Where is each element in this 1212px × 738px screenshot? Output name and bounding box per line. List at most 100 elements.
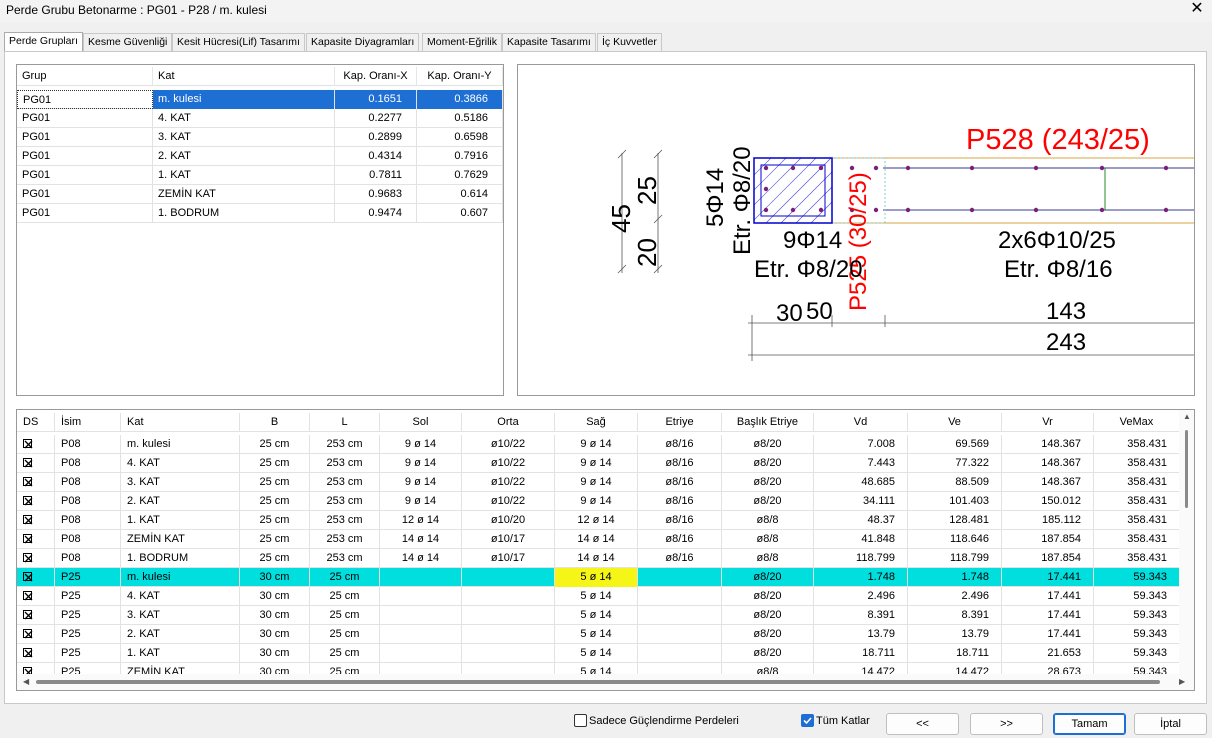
header-orta[interactable]: Orta bbox=[462, 413, 555, 432]
prev-button[interactable]: << bbox=[886, 713, 959, 735]
wall-table[interactable]: DS İsim Kat B L Sol Orta Sağ Etriye Başl… bbox=[16, 409, 1195, 691]
header-ds[interactable]: DS bbox=[17, 413, 55, 432]
table-row[interactable]: P25 1. KAT 30 cm 25 cm 5 ø 14 ø8/20 18.711 18.7… bbox=[17, 644, 1180, 663]
header-ve[interactable]: Ve bbox=[908, 413, 1002, 432]
cell-vemax: 59.343 bbox=[1094, 568, 1180, 587]
cell-orta: ø10/22 bbox=[462, 454, 555, 473]
table-row[interactable]: P08 m. kulesi 25 cm 253 cm 9 ø 14 ø10/22 9 ø 1… bbox=[17, 435, 1180, 454]
cell-grup: PG01 bbox=[17, 147, 153, 166]
tab-kapasite-tasarimi[interactable]: Kapasite Tasarımı bbox=[502, 33, 596, 51]
end-bars-label: 9Φ14 bbox=[783, 227, 842, 254]
cell-baslik-etriye: ø8/20 bbox=[722, 568, 814, 587]
only-strengthening-checkbox[interactable]: Sadece Güçlendirme Perdeleri bbox=[574, 714, 739, 727]
table-row[interactable]: P08 1. KAT 25 cm 253 cm 12 ø 14 ø10/20 12 ø 14… bbox=[17, 511, 1180, 530]
cell-sag: 5 ø 14 bbox=[555, 625, 638, 644]
table-row[interactable]: P08 1. BODRUM 25 cm 253 cm 14 ø 14 ø10/17 14 ø… bbox=[17, 549, 1180, 568]
tab-kesme-guvenligi[interactable]: Kesme Güvenliği bbox=[83, 33, 173, 51]
table-row[interactable]: PG01 1. BODRUM 0.9474 0.607 bbox=[17, 204, 503, 223]
horizontal-scrollbar[interactable]: ◀ ▶ bbox=[17, 674, 1194, 690]
col-bars-label: 5Φ14 bbox=[702, 168, 729, 227]
next-button[interactable]: >> bbox=[970, 713, 1043, 735]
checkbox-crossed-icon[interactable] bbox=[23, 533, 33, 544]
checkbox-checked-icon[interactable] bbox=[801, 714, 814, 727]
checkbox-crossed-icon[interactable] bbox=[23, 438, 33, 449]
ok-button[interactable]: Tamam bbox=[1053, 713, 1126, 735]
table-row[interactable]: PG01 ZEMİN KAT 0.9683 0.614 bbox=[17, 185, 503, 204]
cell-baslik-etriye: ø8/8 bbox=[722, 530, 814, 549]
table-header: Grup Kat Kap. Oranı-X Kap. Oranı-Y bbox=[17, 67, 503, 86]
cancel-button[interactable]: İptal bbox=[1134, 713, 1207, 735]
table-row[interactable]: P25 3. KAT 30 cm 25 cm 5 ø 14 ø8/20 8.391 8.391… bbox=[17, 606, 1180, 625]
vertical-scrollbar[interactable]: ▲ bbox=[1179, 410, 1194, 674]
checkbox-unchecked-icon[interactable] bbox=[574, 714, 587, 727]
cell-etriye bbox=[638, 587, 722, 606]
header-sol[interactable]: Sol bbox=[380, 413, 462, 432]
cell-vd: 18.711 bbox=[814, 644, 908, 663]
cell-b: 25 cm bbox=[240, 511, 310, 530]
cell-kap-x: 0.9683 bbox=[335, 185, 417, 204]
table-row[interactable]: PG01 4. KAT 0.2277 0.5186 bbox=[17, 109, 503, 128]
cell-orta: ø10/22 bbox=[462, 492, 555, 511]
checkbox-crossed-icon[interactable] bbox=[23, 609, 33, 620]
checkbox-crossed-icon[interactable] bbox=[23, 647, 33, 658]
header-kap-x[interactable]: Kap. Oranı-X bbox=[335, 67, 417, 86]
scroll-right-icon[interactable]: ▶ bbox=[1179, 677, 1185, 686]
web-stirrup-label: Etr. Φ8/16 bbox=[1004, 256, 1113, 283]
cell-grup: PG01 bbox=[17, 128, 153, 147]
tab-kapasite-diyagramlari[interactable]: Kapasite Diyagramları bbox=[306, 33, 420, 51]
cell-ds bbox=[17, 530, 55, 549]
tab-perde-gruplari[interactable]: Perde Grupları bbox=[4, 32, 83, 52]
checkbox-crossed-icon[interactable] bbox=[23, 476, 33, 487]
checkbox-crossed-icon[interactable] bbox=[23, 457, 33, 468]
header-vemax[interactable]: VeMax bbox=[1094, 413, 1180, 432]
checkbox-crossed-icon[interactable] bbox=[23, 571, 33, 582]
vertical-scroll-thumb[interactable] bbox=[1185, 430, 1188, 508]
table-row[interactable]: P08 2. KAT 25 cm 253 cm 9 ø 14 ø10/22 9 ø 14 ø8… bbox=[17, 492, 1180, 511]
header-l[interactable]: L bbox=[310, 413, 380, 432]
header-vr[interactable]: Vr bbox=[1002, 413, 1094, 432]
header-grup[interactable]: Grup bbox=[17, 67, 153, 86]
header-etriye[interactable]: Etriye bbox=[638, 413, 722, 432]
table-row[interactable]: P25 m. kulesi 30 cm 25 cm 5 ø 14 ø8/20 1.748 1.… bbox=[17, 568, 1180, 587]
table-row[interactable]: PG01 2. KAT 0.4314 0.7916 bbox=[17, 147, 503, 166]
header-kap-y[interactable]: Kap. Oranı-Y bbox=[417, 67, 503, 86]
table-row[interactable]: P25 2. KAT 30 cm 25 cm 5 ø 14 ø8/20 13.79 13.79… bbox=[17, 625, 1180, 644]
cell-grup: PG01 bbox=[17, 185, 153, 204]
table-row[interactable]: PG01 1. KAT 0.7811 0.7629 bbox=[17, 166, 503, 185]
header-sag[interactable]: Sağ bbox=[555, 413, 638, 432]
cell-isim: P08 bbox=[55, 511, 121, 530]
table-row[interactable]: PG01 3. KAT 0.2899 0.6598 bbox=[17, 128, 503, 147]
cell-sag: 9 ø 14 bbox=[555, 454, 638, 473]
table-row[interactable]: PG01 m. kulesi 0.1651 0.3866 bbox=[17, 90, 503, 109]
tab-kesit-hucresi[interactable]: Kesit Hücresi(Lif) Tasarımı bbox=[172, 33, 305, 51]
scroll-up-icon[interactable]: ▲ bbox=[1183, 412, 1191, 421]
scroll-left-icon[interactable]: ◀ bbox=[23, 677, 29, 686]
group-table[interactable]: Grup Kat Kap. Oranı-X Kap. Oranı-Y PG01 … bbox=[16, 64, 504, 396]
cell-grup: PG01 bbox=[17, 90, 153, 109]
header-kat[interactable]: Kat bbox=[153, 67, 335, 86]
checkbox-crossed-icon[interactable] bbox=[23, 628, 33, 639]
header-isim[interactable]: İsim bbox=[55, 413, 121, 432]
checkbox-crossed-icon[interactable] bbox=[23, 495, 33, 506]
cell-vr: 17.441 bbox=[1002, 625, 1094, 644]
cell-sag: 5 ø 14 bbox=[555, 568, 638, 587]
cell-ve: 88.509 bbox=[908, 473, 1002, 492]
table-row[interactable]: P08 ZEMİN KAT 25 cm 253 cm 14 ø 14 ø10/17 14 ø… bbox=[17, 530, 1180, 549]
header-vd[interactable]: Vd bbox=[814, 413, 908, 432]
header-kat[interactable]: Kat bbox=[121, 413, 240, 432]
checkbox-crossed-icon[interactable] bbox=[23, 552, 33, 563]
checkbox-crossed-icon[interactable] bbox=[23, 514, 33, 525]
checkbox-crossed-icon[interactable] bbox=[23, 590, 33, 601]
tab-moment-egrilik[interactable]: Moment-Eğrilik bbox=[422, 33, 503, 51]
all-floors-checkbox[interactable]: Tüm Katlar bbox=[801, 714, 870, 727]
table-row[interactable]: P08 3. KAT 25 cm 253 cm 9 ø 14 ø10/22 9 ø 14 ø8… bbox=[17, 473, 1180, 492]
cell-orta bbox=[462, 606, 555, 625]
cell-ve: 128.481 bbox=[908, 511, 1002, 530]
header-b[interactable]: B bbox=[240, 413, 310, 432]
close-icon[interactable]: ✕ bbox=[1186, 0, 1208, 20]
table-row[interactable]: P25 4. KAT 30 cm 25 cm 5 ø 14 ø8/20 2.496 2.496… bbox=[17, 587, 1180, 606]
table-row[interactable]: P08 4. KAT 25 cm 253 cm 9 ø 14 ø10/22 9 ø 14 ø8… bbox=[17, 454, 1180, 473]
horizontal-scroll-thumb[interactable] bbox=[36, 680, 1160, 684]
tab-ic-kuvvetler[interactable]: İç Kuvvetler bbox=[597, 33, 662, 51]
header-baslik-etriye[interactable]: Başlık Etriye bbox=[722, 413, 814, 432]
